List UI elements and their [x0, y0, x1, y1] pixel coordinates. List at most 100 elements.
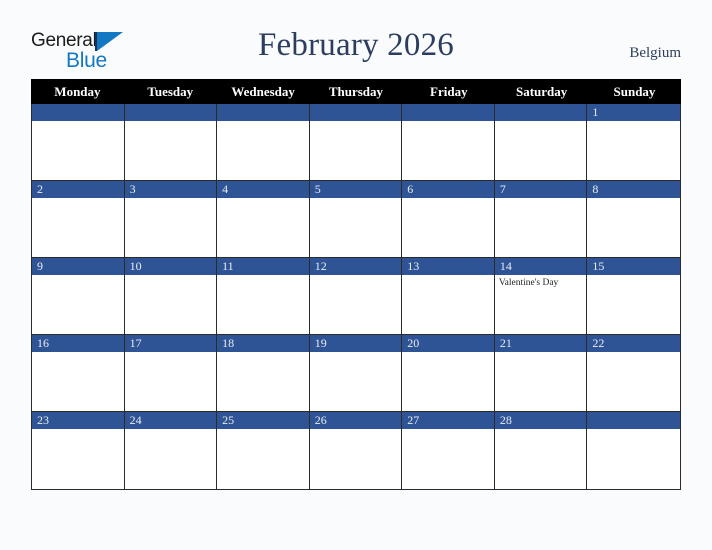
day-number: 6	[407, 182, 414, 196]
day-number-banner	[587, 104, 680, 121]
day-number: 12	[314, 259, 327, 273]
day-number: 9	[37, 259, 43, 273]
day-number: 1	[592, 105, 599, 119]
calendar-day-cell[interactable]: 8	[587, 181, 680, 258]
calendar-day-cell[interactable]: 25	[217, 412, 310, 489]
calendar-day-cell[interactable]	[124, 104, 218, 181]
calendar-week-row: 1	[32, 104, 680, 181]
day-number: 18	[222, 336, 235, 350]
calendar-day-cell[interactable]	[587, 412, 680, 489]
day-number: 2	[37, 182, 43, 196]
calendar-day-cell[interactable]: 19	[309, 335, 403, 412]
day-number: 21	[499, 336, 512, 350]
calendar-day-cell[interactable]	[402, 104, 495, 181]
calendar-day-cell[interactable]: 21	[494, 335, 588, 412]
calendar-week-row: 23 24 25 26 27 28	[32, 412, 680, 489]
calendar-grid: Monday Tuesday Wednesday Thursday Friday…	[31, 79, 681, 490]
day-number-banner	[587, 181, 680, 198]
day-number: 28	[499, 413, 512, 427]
day-number: 26	[314, 413, 327, 427]
page-title: February 2026	[258, 27, 454, 63]
calendar-day-cell[interactable]: 2	[32, 181, 125, 258]
day-number-banner	[402, 104, 494, 121]
day-number: 8	[592, 182, 599, 196]
day-number: 24	[129, 413, 142, 427]
day-number: 22	[592, 336, 605, 350]
day-number: 27	[407, 413, 420, 427]
calendar-day-cell[interactable]: 22	[587, 335, 680, 412]
calendar-day-cell[interactable]: 12	[309, 258, 403, 335]
calendar-day-cell[interactable]: 24	[124, 412, 218, 489]
day-header-sunday: Sunday	[613, 84, 656, 99]
calendar-day-cell[interactable]: 20	[402, 335, 495, 412]
day-number-banner	[587, 412, 680, 429]
calendar-day-cell[interactable]: 16	[32, 335, 125, 412]
day-events: Valentine's Day	[499, 277, 584, 289]
day-number: 25	[222, 413, 235, 427]
day-header-friday: Friday	[430, 84, 468, 99]
calendar-week-row: 9 10 11 12 13 14 Valentine's Day 15	[32, 258, 680, 335]
calendar-day-cell[interactable]	[309, 104, 403, 181]
day-number: 14	[499, 259, 512, 273]
day-number-banner	[124, 181, 217, 198]
calendar-day-cell[interactable]: 5	[309, 181, 403, 258]
day-number-banner	[494, 104, 587, 121]
day-number-banner	[32, 258, 124, 275]
calendar-page: General Blue February 2026 Belgium Monda…	[0, 0, 712, 550]
day-number: 16	[37, 336, 49, 350]
region-label: Belgium	[629, 45, 681, 61]
calendar-day-cell[interactable]: 14 Valentine's Day	[494, 258, 588, 335]
calendar-week-row: 2 3 4 5 6 7 8	[32, 181, 680, 258]
calendar-day-cell[interactable]: 13	[402, 258, 495, 335]
calendar-weeks: 1 2 3 4 5 6 7 8 9 10 11 12 13 14 Valentine's Day 15 16 17…	[31, 104, 681, 490]
day-header-thursday: Thursday	[328, 84, 384, 99]
day-number: 15	[592, 259, 605, 273]
day-number-banner	[124, 104, 217, 121]
calendar-day-cell[interactable]	[494, 104, 588, 181]
event-label: Valentine's Day	[498, 278, 559, 288]
calendar-day-cell[interactable]: 10	[124, 258, 218, 335]
day-header-tuesday: Tuesday	[147, 84, 194, 99]
calendar-day-cell[interactable]: 7	[494, 181, 588, 258]
day-number: 7	[499, 182, 506, 196]
calendar-day-cell[interactable]: 1	[587, 104, 680, 181]
day-number: 10	[129, 259, 142, 273]
calendar-day-cell[interactable]: 11	[217, 258, 310, 335]
calendar-day-cell[interactable]: 27	[402, 412, 495, 489]
calendar-day-cell[interactable]: 28	[494, 412, 588, 489]
day-number: 20	[407, 336, 420, 350]
calendar-day-cell[interactable]: 3	[124, 181, 218, 258]
calendar-day-cell[interactable]: 18	[217, 335, 310, 412]
day-number-banner	[217, 104, 309, 121]
calendar-week-row: 16 17 18 19 20 21 22	[32, 335, 680, 412]
calendar-day-cell[interactable]	[217, 104, 310, 181]
day-number: 3	[129, 182, 136, 196]
day-header-wednesday: Wednesday	[231, 84, 295, 99]
day-number: 5	[314, 182, 321, 196]
calendar-day-cell[interactable]: 17	[124, 335, 218, 412]
calendar-day-cell[interactable]	[32, 104, 125, 181]
day-number-banner	[217, 181, 309, 198]
day-number-banner	[309, 181, 402, 198]
calendar-day-cell[interactable]: 23	[32, 412, 125, 489]
day-number: 17	[129, 336, 142, 350]
day-header-saturday: Saturday	[515, 84, 568, 99]
calendar-day-cell[interactable]: 4	[217, 181, 310, 258]
day-number-banner	[402, 181, 494, 198]
day-number: 13	[407, 259, 420, 273]
day-number-banner	[32, 181, 124, 198]
day-number-banner	[32, 104, 124, 121]
day-number: 23	[37, 413, 49, 427]
page-header: General Blue February 2026 Belgium	[0, 0, 712, 79]
day-number: 11	[222, 259, 234, 273]
day-number-banner	[309, 104, 402, 121]
day-number-banner	[494, 181, 587, 198]
calendar-day-cell[interactable]: 26	[309, 412, 403, 489]
day-number: 4	[222, 182, 229, 196]
day-of-week-header-row: Monday Tuesday Wednesday Thursday Friday…	[31, 79, 681, 104]
day-header-monday: Monday	[54, 84, 101, 99]
calendar-day-cell[interactable]: 15	[587, 258, 680, 335]
calendar-day-cell[interactable]: 6	[402, 181, 495, 258]
calendar-day-cell[interactable]: 9	[32, 258, 125, 335]
day-number: 19	[314, 336, 327, 350]
